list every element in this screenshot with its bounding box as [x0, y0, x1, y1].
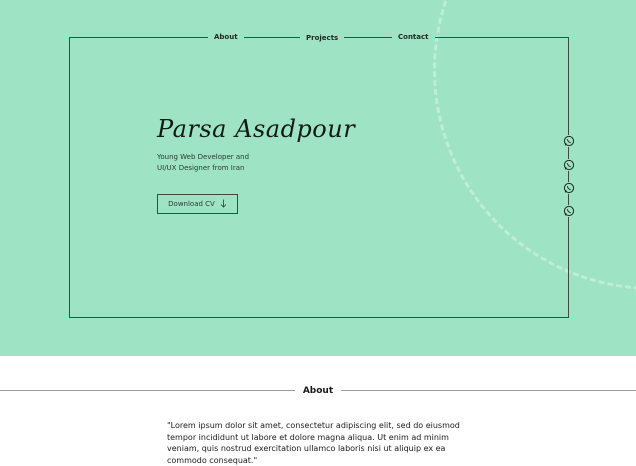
about-text: "Lorem ipsum dolor sit amet, consectetur… — [167, 421, 460, 465]
whatsapp-icon[interactable] — [563, 205, 575, 217]
arrow-down-icon — [220, 199, 227, 210]
nav-contact-link[interactable]: Contact — [392, 32, 435, 42]
hero-tagline: Young Web Developer and UI/UX Designer f… — [157, 152, 249, 174]
whatsapp-icon[interactable] — [563, 182, 575, 194]
hero-name: Parsa Asadpour — [157, 115, 356, 143]
whatsapp-icon[interactable] — [563, 135, 575, 147]
about-title: About — [0, 386, 636, 397]
hero-section: About Projects Contact Parsa Asadpour Yo… — [0, 0, 636, 356]
tagline-line-2: UI/UX Designer from Iran — [157, 164, 245, 172]
tagline-line-1: Young Web Developer and — [157, 153, 250, 161]
download-cv-label: Download CV — [168, 200, 215, 208]
nav-projects-link[interactable]: Projects — [300, 33, 345, 43]
whatsapp-icon[interactable] — [563, 159, 575, 171]
download-cv-button[interactable]: Download CV — [157, 194, 238, 214]
about-title-text: About — [294, 386, 342, 396]
nav-about-link[interactable]: About — [208, 32, 244, 42]
hero-frame — [69, 37, 569, 318]
